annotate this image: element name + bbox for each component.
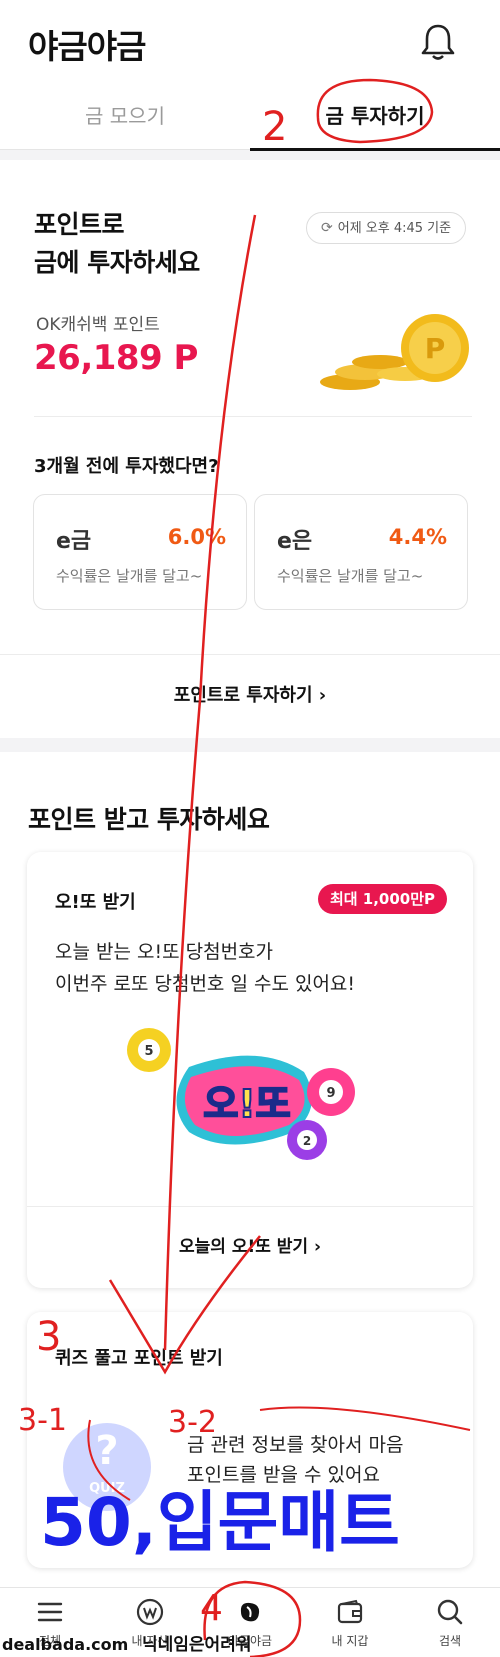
rate-sub: 수익률은 날개를 달고~	[277, 567, 424, 585]
points-label: OK캐쉬백 포인트	[36, 315, 160, 335]
quiz-desc-line1: 금 관련 정보를 찾아서 마음	[187, 1434, 404, 1456]
divider	[34, 416, 472, 417]
lotto-card: 오!또 받기 최대 1,000만P 오늘 받는 오!또 당첨번호가 이번주 로또…	[27, 852, 473, 1288]
card-title-line1: 포인트로	[34, 210, 125, 239]
rate-value: 6.0%	[167, 525, 226, 549]
gold-bean-icon	[240, 1602, 260, 1622]
points-value: 26,189 P	[34, 338, 198, 378]
rate-box-esilver[interactable]: e은 4.4% 수익률은 날개를 달고~	[254, 494, 468, 610]
tab-gold-collect[interactable]: 금 모으기	[0, 96, 250, 150]
timestamp-text: 어제 오후 4:45 기준	[337, 221, 452, 236]
card-title-line2: 금에 투자하세요	[34, 248, 200, 277]
nav-item-yagum[interactable]: 야금야금	[200, 1588, 300, 1657]
max-points-badge: 최대 1,000만P	[317, 884, 447, 914]
nav-item-my-assets[interactable]: 내 자산	[100, 1588, 200, 1657]
tab-gold-invest[interactable]: 금 투자하기	[250, 96, 500, 151]
search-icon	[437, 1599, 463, 1625]
rate-name: e금	[56, 529, 92, 554]
lotto-desc-line2: 이번주 로또 당첨번호 일 수도 있어요!	[55, 973, 356, 995]
section-title: 포인트 받고 투자하세요	[28, 805, 270, 834]
quiz-illustration: ? QUIZ	[63, 1423, 151, 1511]
menu-icon	[37, 1602, 63, 1622]
rate-value: 4.4%	[388, 525, 447, 549]
lotto-title: 오!또 받기	[55, 892, 136, 913]
quiz-badge: QUIZ	[89, 1481, 125, 1496]
rate-sub: 수익률은 날개를 달고~	[56, 567, 203, 585]
quiz-description: 금 관련 정보를 찾아서 마음 포인트를 받을 수 있어요	[187, 1430, 403, 1490]
gold-coins-icon: P	[320, 314, 469, 390]
refresh-icon: ⟳	[321, 220, 333, 236]
points-invest-card: 포인트로 금에 투자하세요 ⟳ 어제 오후 4:45 기준 OK캐쉬백 포인트 2…	[0, 160, 500, 738]
rate-name: e은	[277, 529, 313, 554]
won-icon	[136, 1598, 164, 1626]
lotto-desc-line1: 오늘 받는 오!또 당첨번호가	[55, 941, 274, 963]
app-header: 야금야금 금 모으기 금 투자하기	[0, 0, 500, 151]
ball-number: 2	[303, 1134, 311, 1148]
nav-label: 검색	[438, 1634, 462, 1648]
nav-label: 내 자산	[131, 1634, 169, 1648]
lotto-logo-text: 오!또	[203, 1082, 290, 1126]
nav-label: 전체	[38, 1634, 62, 1648]
quiz-desc-line2: 포인트를 받을 수 있어요	[187, 1464, 380, 1486]
nav-label: 야금야금	[227, 1634, 273, 1648]
ball-number: 9	[326, 1086, 335, 1101]
nav-item-search[interactable]: 검색	[400, 1588, 500, 1657]
question-title: 3개월 전에 투자했다면?	[34, 456, 219, 477]
get-todays-lotto-link[interactable]: 오늘의 오!또 받기 ›	[27, 1206, 473, 1288]
svg-text:P: P	[425, 332, 446, 365]
lotto-description: 오늘 받는 오!또 당첨번호가 이번주 로또 당첨번호 일 수도 있어요!	[55, 936, 355, 1000]
nav-label: 내 지갑	[331, 1634, 369, 1648]
svg-text:?: ?	[95, 1428, 118, 1474]
nav-item-all[interactable]: 전체	[0, 1588, 100, 1657]
rate-box-egold[interactable]: e금 6.0% 수익률은 날개를 달고~	[33, 494, 247, 610]
wallet-icon	[337, 1599, 363, 1624]
quiz-title: 퀴즈 풀고 포인트 받기	[55, 1348, 223, 1369]
ball-number: 5	[144, 1044, 153, 1059]
timestamp-pill[interactable]: ⟳ 어제 오후 4:45 기준	[306, 212, 467, 244]
lotto-illustration: 5 오!또 9 2	[127, 1028, 355, 1160]
nav-item-wallet[interactable]: 내 지갑	[300, 1588, 400, 1657]
quiz-card[interactable]: 퀴즈 풀고 포인트 받기 ? QUIZ 금 관련 정보를 찾아서 마음 포인트를…	[27, 1312, 473, 1568]
tab-bar: 금 모으기 금 투자하기	[0, 96, 500, 151]
invest-with-points-link[interactable]: 포인트로 투자하기 ›	[0, 654, 500, 738]
app-title: 야금야금	[28, 27, 146, 66]
bottom-nav: 전체 내 자산 야금야금 내 지갑 검색	[0, 1587, 500, 1657]
bell-icon[interactable]	[420, 22, 456, 62]
card-title: 포인트로 금에 투자하세요	[34, 206, 200, 282]
